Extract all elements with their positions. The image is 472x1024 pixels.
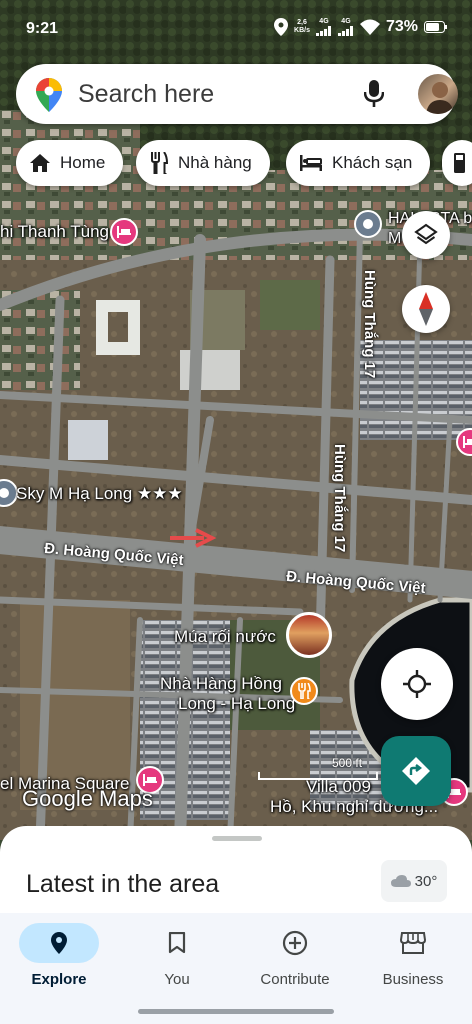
google-maps-logo: Google Maps	[22, 786, 153, 811]
signal-1: 4G	[315, 18, 332, 36]
gas-station-icon	[454, 153, 465, 173]
bookmark-icon	[168, 932, 186, 954]
nav-icon-pill	[19, 923, 99, 963]
map-scale: 500 ft	[258, 756, 378, 780]
signal-2: 4G	[337, 18, 354, 36]
my-location-icon	[403, 670, 431, 698]
sheet-title: Latest in the area	[26, 870, 220, 898]
map-label-villa[interactable]: Villa 009	[306, 777, 371, 797]
battery-percent: 73%	[385, 18, 418, 35]
search-bar[interactable]: Search here	[16, 64, 458, 124]
battery-icon	[424, 21, 447, 33]
data-rate-unit: KB/s	[294, 27, 310, 34]
chip-label: Khách sạn	[332, 153, 413, 172]
network-type-1: 4G	[319, 18, 329, 25]
place-photo-thumbnail[interactable]	[286, 612, 332, 658]
chip-label: Nhà hàng	[178, 153, 252, 172]
map-label-mua-roi-nuoc[interactable]: Múa rối nước	[174, 627, 276, 647]
bottom-sheet[interactable]: Latest in the area 30°	[0, 826, 472, 916]
nav-label: Contribute	[260, 971, 330, 988]
chip-restaurants[interactable]: Nhà hàng	[136, 140, 270, 186]
avatar[interactable]	[418, 74, 458, 114]
chip-home[interactable]: Home	[16, 140, 124, 186]
nav-label: Explore	[31, 971, 87, 988]
nav-contribute[interactable]: Contribute	[236, 923, 354, 988]
microphone-icon[interactable]	[364, 80, 384, 108]
hotel-pin-icon[interactable]	[110, 218, 138, 246]
wifi-icon	[359, 19, 380, 35]
chip-gas-partial[interactable]	[442, 140, 472, 186]
map-label-sky-m[interactable]: Sky M Hạ Long ★★★	[16, 484, 183, 504]
restaurant-icon	[151, 152, 168, 174]
nav-you[interactable]: You	[118, 923, 236, 988]
data-rate: 2,6 KB/s	[294, 19, 310, 35]
map-label-nha-hang-2[interactable]: Long - Hạ Long	[178, 694, 295, 714]
search-input[interactable]: Search here	[78, 80, 214, 109]
nav-icon-pill	[255, 923, 335, 963]
add-circle-icon	[282, 930, 308, 956]
road-label-hung-thang-2: Hùng Thắng 17	[331, 444, 348, 553]
directions-icon	[402, 757, 430, 785]
bottom-navigation: Explore You Contribute Business	[0, 913, 472, 1024]
status-icons: 2,6 KB/s 4G 4G 73%	[274, 18, 448, 36]
nav-icon-pill	[373, 923, 453, 963]
data-rate-value: 2,6	[297, 19, 307, 26]
scale-label: 500 ft	[332, 756, 363, 770]
compass-icon	[419, 292, 433, 326]
hotel-icon	[300, 155, 322, 171]
status-time: 9:21	[26, 20, 59, 37]
weather-temp: 30°	[414, 872, 438, 890]
nav-label: You	[164, 971, 190, 988]
status-bar: 9:21 2,6 KB/s 4G 4G 73%	[0, 0, 472, 60]
chip-label: Home	[60, 153, 106, 172]
scale-bar	[258, 772, 378, 780]
my-location-button[interactable]	[381, 648, 453, 720]
home-icon	[30, 154, 50, 172]
weather-chip[interactable]: 30°	[381, 860, 447, 902]
explore-pin-icon	[51, 932, 67, 954]
map-label-thanh-tung[interactable]: hi Thanh Tùng	[0, 222, 109, 242]
compass-button[interactable]	[402, 285, 450, 333]
road-label-hung-thang-1: Hùng Thắng 17	[361, 270, 378, 379]
gesture-bar[interactable]	[138, 1009, 334, 1014]
signal-bars-icon	[315, 26, 331, 36]
map-label-nha-hang-1[interactable]: Nhà Hàng Hồng	[160, 674, 282, 694]
nav-explore[interactable]: Explore	[0, 923, 118, 988]
storefront-icon	[400, 932, 426, 954]
nav-business[interactable]: Business	[354, 923, 472, 988]
poi-pin-icon[interactable]	[354, 210, 382, 238]
nav-icon-pill	[137, 923, 217, 963]
directions-button[interactable]	[381, 736, 451, 806]
cloud-icon	[390, 875, 411, 887]
layers-button[interactable]	[402, 211, 450, 259]
restaurant-pin-icon[interactable]	[290, 677, 318, 705]
layers-icon	[414, 223, 438, 245]
chip-hotels[interactable]: Khách sạn	[286, 140, 431, 186]
signal-bars-icon	[337, 26, 353, 36]
network-type-2: 4G	[341, 18, 351, 25]
google-maps-pin-icon	[36, 78, 62, 112]
sheet-drag-handle[interactable]	[212, 836, 262, 841]
nav-label: Business	[382, 971, 444, 988]
location-icon	[274, 18, 289, 36]
